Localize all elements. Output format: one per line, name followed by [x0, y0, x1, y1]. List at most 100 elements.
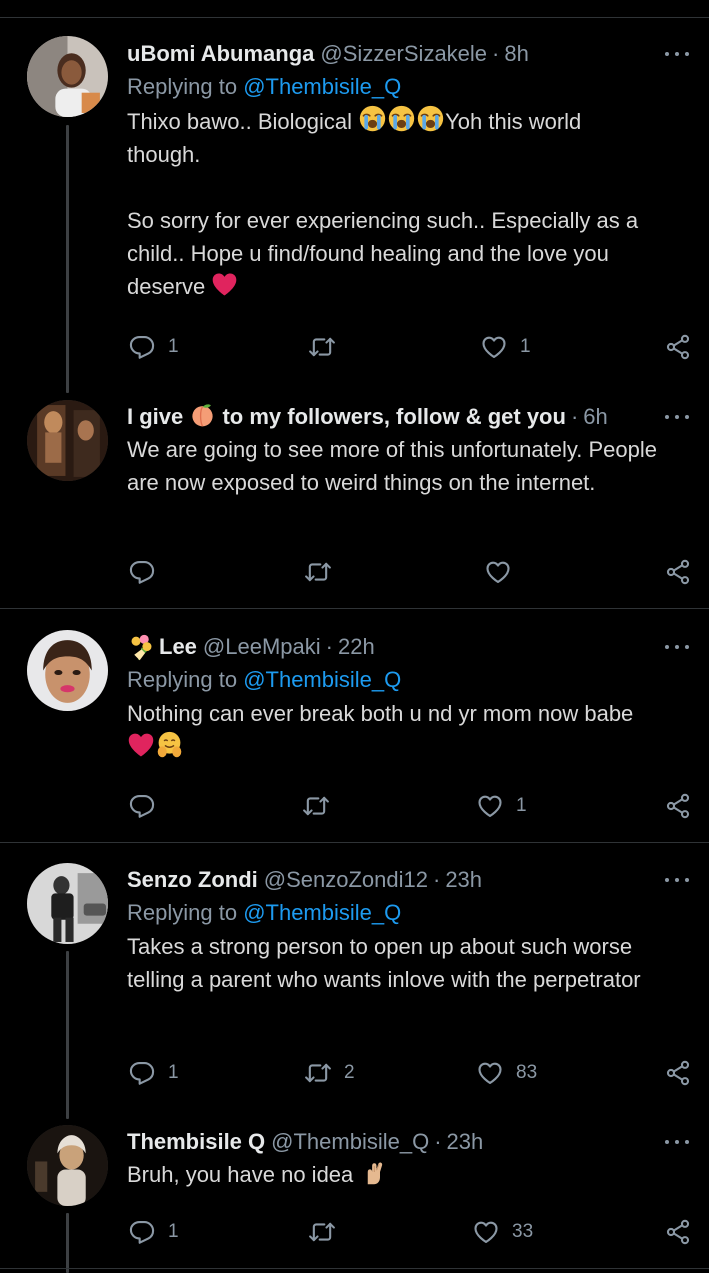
- reply-icon: [128, 1218, 156, 1246]
- share-button[interactable]: [664, 331, 692, 363]
- user-handle[interactable]: @SenzoZondi12: [264, 864, 428, 896]
- reply-button[interactable]: [128, 556, 168, 588]
- tweet-header: Senzo Zondi @SenzoZondi12 · 23h: [127, 864, 691, 896]
- crying-face-emoji: [416, 104, 445, 133]
- retweet-icon: [304, 558, 332, 586]
- user-handle[interactable]: @LeeMpaki: [203, 631, 321, 663]
- replying-to: Replying to @Thembisile_Q: [127, 896, 691, 930]
- separator-dot: ·: [434, 1129, 442, 1154]
- reply-button[interactable]: 1: [128, 1216, 179, 1248]
- like-count: 1: [516, 795, 527, 816]
- mention-link[interactable]: @Thembisile_Q: [243, 74, 401, 99]
- share-button[interactable]: [664, 790, 692, 822]
- more-options-icon[interactable]: [665, 635, 689, 659]
- tweet-actions: 1 33: [128, 1216, 693, 1248]
- tweet-header: I give to my followers, follow & get you…: [127, 401, 691, 433]
- avatar[interactable]: [27, 630, 108, 711]
- share-button[interactable]: [664, 556, 692, 588]
- top-divider: [0, 17, 709, 18]
- avatar[interactable]: [27, 400, 108, 481]
- more-options-icon[interactable]: [665, 405, 689, 429]
- replying-to: Replying to @Thembisile_Q: [127, 663, 691, 697]
- timestamp[interactable]: 23h: [447, 1126, 484, 1158]
- tweet-actions: [128, 556, 693, 588]
- reply-icon: [128, 333, 156, 361]
- tweet-text-part: Yoh this world though. So sorry for ever…: [127, 109, 639, 299]
- retweet-button[interactable]: [308, 331, 348, 363]
- avatar[interactable]: [27, 1125, 108, 1206]
- like-count: 83: [516, 1062, 538, 1083]
- mention-link[interactable]: @Thembisile_Q: [243, 900, 401, 925]
- reply-icon: [128, 1059, 156, 1087]
- peach-emoji: [189, 401, 216, 428]
- timestamp[interactable]: 6h: [583, 401, 607, 433]
- timestamp[interactable]: 8h: [504, 38, 528, 70]
- reply-icon: [128, 558, 156, 586]
- share-icon: [664, 792, 692, 820]
- separator-dot: ·: [570, 404, 579, 429]
- retweet-count: 2: [344, 1062, 355, 1083]
- display-name-part: I give: [127, 404, 190, 429]
- reply-button[interactable]: [128, 790, 168, 822]
- reply-icon: [128, 792, 156, 820]
- user-handle[interactable]: @SizzerSizakele: [320, 38, 487, 70]
- like-button[interactable]: 83: [476, 1057, 537, 1089]
- retweet-icon: [308, 1218, 336, 1246]
- retweet-button[interactable]: [304, 556, 344, 588]
- share-icon: [664, 1218, 692, 1246]
- tweet-content: I give to my followers, follow & get you…: [127, 401, 691, 499]
- hugging-face-emoji: [155, 730, 184, 759]
- like-count: 33: [512, 1221, 534, 1242]
- share-button[interactable]: [664, 1057, 692, 1089]
- display-name-part: to my followers, follow & get you: [216, 404, 566, 429]
- display-name[interactable]: uBomi Abumanga: [127, 38, 314, 70]
- retweet-button[interactable]: [308, 1216, 348, 1248]
- red-heart-emoji: [127, 731, 155, 759]
- tweet-divider: [0, 1268, 709, 1269]
- display-name[interactable]: Senzo Zondi: [127, 864, 258, 896]
- tweet-header: Lee @LeeMpaki · 22h: [127, 631, 691, 663]
- avatar[interactable]: [27, 36, 108, 117]
- like-icon: [472, 1218, 500, 1246]
- tweet-actions: 1 1: [128, 331, 693, 363]
- like-button[interactable]: 1: [480, 331, 531, 363]
- user-handle[interactable]: @Thembisile_Q: [271, 1126, 429, 1158]
- mention-link[interactable]: @Thembisile_Q: [243, 667, 401, 692]
- like-button[interactable]: 33: [472, 1216, 533, 1248]
- crying-face-emoji: [387, 104, 416, 133]
- retweet-button[interactable]: 2: [304, 1057, 355, 1089]
- tweet-divider: [0, 608, 709, 609]
- tweet-text-part: Nothing can ever break both u nd yr mom …: [127, 701, 634, 726]
- more-options-icon[interactable]: [665, 868, 689, 892]
- more-options-icon[interactable]: [665, 42, 689, 66]
- separator-dot: ·: [432, 867, 441, 892]
- tweet-actions: 1 2 83: [128, 1057, 693, 1089]
- timestamp[interactable]: 22h: [338, 631, 375, 663]
- reply-count: 1: [168, 1062, 179, 1083]
- like-button[interactable]: 1: [476, 790, 527, 822]
- replying-prefix: Replying to: [127, 74, 244, 99]
- display-name[interactable]: Lee: [159, 631, 197, 663]
- like-icon: [484, 558, 512, 586]
- reply-button[interactable]: 1: [128, 331, 179, 363]
- separator-dot: ·: [325, 634, 333, 659]
- display-name[interactable]: I give to my followers, follow & get you: [127, 401, 566, 433]
- tweet-text: Thixo bawo.. Biological Yoh this world t…: [127, 104, 691, 303]
- timestamp[interactable]: 23h: [445, 864, 482, 896]
- bouquet-emoji: [127, 633, 156, 662]
- tweet-content: Thembisile Q @Thembisile_Q · 23h Bruh, y…: [127, 1126, 691, 1191]
- separator-dot: ·: [492, 41, 500, 66]
- reply-button[interactable]: 1: [128, 1057, 179, 1089]
- tweet-text-part: Thixo bawo.. Biological: [127, 109, 359, 134]
- retweet-button[interactable]: [302, 790, 342, 822]
- replying-prefix: Replying to: [127, 900, 244, 925]
- crying-face-emoji: [358, 104, 387, 133]
- avatar[interactable]: [27, 863, 108, 944]
- display-name[interactable]: Thembisile Q: [127, 1126, 265, 1158]
- tweet-text: Takes a strong person to open up about s…: [127, 934, 641, 992]
- more-options-icon[interactable]: [665, 1130, 689, 1154]
- thread-line: [66, 1213, 69, 1273]
- share-button[interactable]: [664, 1216, 692, 1248]
- like-button[interactable]: [484, 556, 524, 588]
- tweet-text: Nothing can ever break both u nd yr mom …: [127, 697, 691, 764]
